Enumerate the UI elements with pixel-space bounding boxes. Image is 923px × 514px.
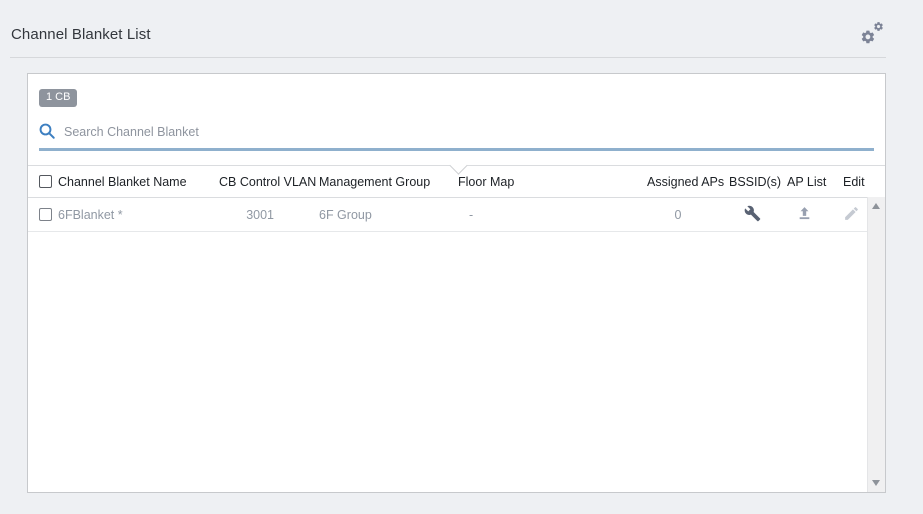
column-header-floor-map[interactable]: Floor Map bbox=[458, 175, 647, 189]
count-badge: 1 CB bbox=[39, 89, 77, 107]
settings-button[interactable] bbox=[860, 21, 886, 45]
select-all-checkbox[interactable] bbox=[39, 175, 52, 188]
cell-assigned-aps: 0 bbox=[647, 208, 729, 222]
bssid-button[interactable] bbox=[744, 205, 761, 222]
channel-blanket-page: Channel Blanket List 1 CB bbox=[0, 0, 923, 514]
title-divider bbox=[10, 57, 886, 58]
table-header: Channel Blanket Name CB Control VLAN Man… bbox=[28, 166, 868, 197]
column-header-ap-list[interactable]: AP List bbox=[787, 175, 834, 189]
search-icon bbox=[38, 122, 56, 140]
wrench-icon bbox=[744, 205, 761, 222]
pencil-icon bbox=[843, 205, 860, 222]
column-header-edit[interactable]: Edit bbox=[834, 175, 868, 189]
search-input[interactable] bbox=[62, 120, 426, 144]
search-underline bbox=[39, 148, 874, 151]
gear-icon bbox=[860, 21, 886, 45]
column-header-channel-blanket-name[interactable]: Channel Blanket Name bbox=[58, 175, 219, 189]
upload-icon bbox=[796, 205, 813, 222]
row-checkbox[interactable] bbox=[39, 208, 52, 221]
channel-blanket-panel: 1 CB Channel Blanket Name CB Control VLA… bbox=[27, 73, 886, 493]
cell-floor-map: - bbox=[458, 208, 647, 222]
edit-button[interactable] bbox=[843, 205, 860, 222]
column-header-assigned-aps[interactable]: Assigned APs bbox=[647, 175, 729, 189]
scroll-up-icon[interactable] bbox=[872, 203, 880, 209]
page-title: Channel Blanket List bbox=[11, 26, 151, 43]
column-header-management-group[interactable]: Management Group bbox=[319, 175, 458, 189]
cell-management-group: 6F Group bbox=[319, 208, 458, 222]
ap-list-button[interactable] bbox=[796, 205, 813, 222]
column-header-cb-control-vlan[interactable]: CB Control VLAN bbox=[219, 175, 319, 189]
cell-channel-blanket-name: 6FBlanket * bbox=[58, 208, 219, 222]
column-header-bssid[interactable]: BSSID(s) bbox=[729, 175, 787, 189]
scroll-down-icon[interactable] bbox=[872, 480, 880, 486]
cell-cb-control-vlan: 3001 bbox=[219, 208, 319, 222]
vertical-scrollbar[interactable] bbox=[867, 197, 885, 492]
table-row[interactable]: 6FBlanket * 3001 6F Group - 0 bbox=[28, 198, 868, 232]
